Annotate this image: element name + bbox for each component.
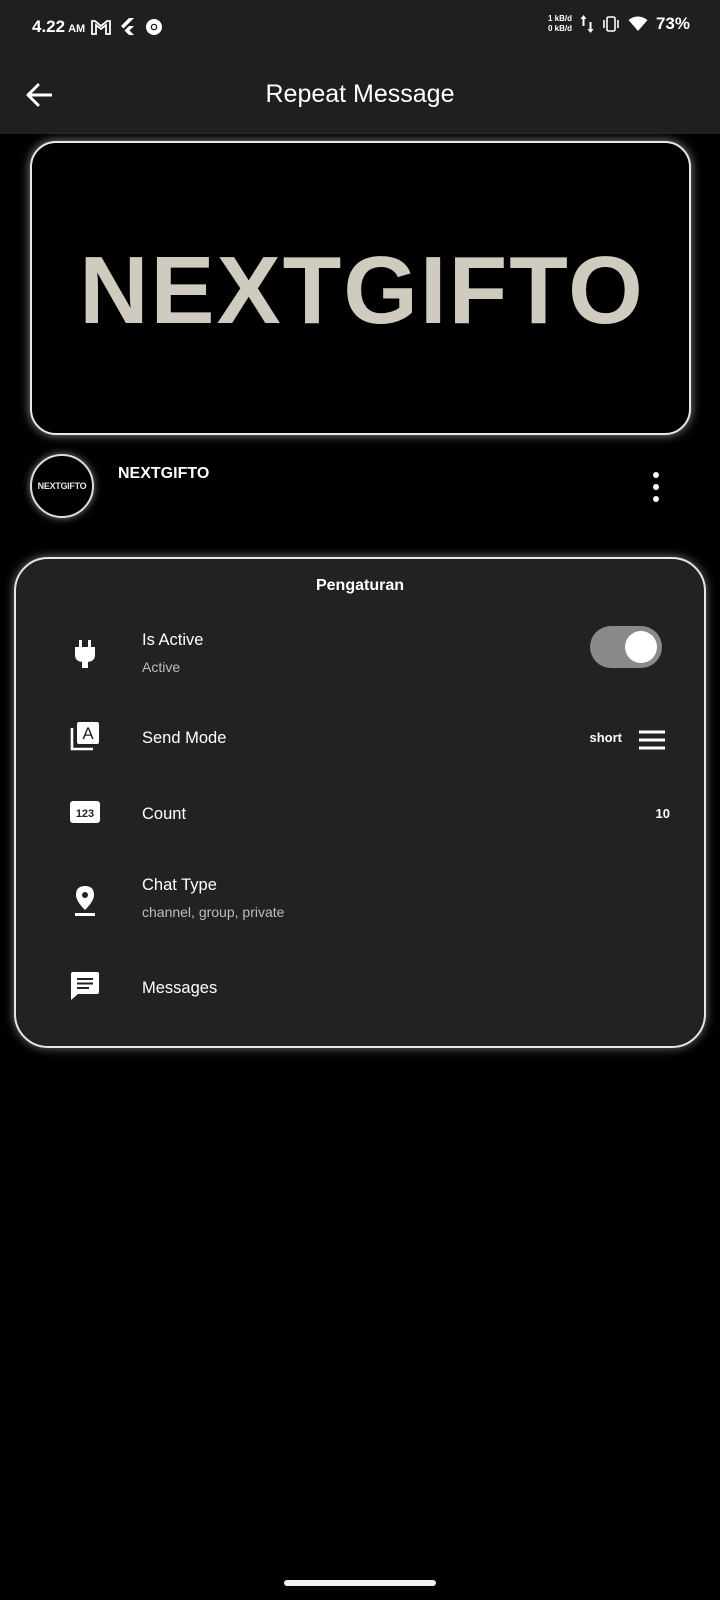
svg-text:123: 123 (76, 808, 94, 820)
more-options-button[interactable] (646, 472, 666, 502)
font-download-icon: A (68, 719, 102, 753)
toggle-knob (625, 631, 657, 663)
wifi-icon (628, 16, 648, 31)
battery-percent: 73% (655, 14, 690, 33)
status-notification-icons (91, 18, 163, 36)
settings-title: Pengaturan (315, 577, 404, 594)
banner-image: NEXTGIFTO (30, 141, 691, 435)
avatar-text: NEXTGIFTO (37, 481, 87, 491)
data-transfer-icon (580, 15, 594, 33)
send-mode-value: short (589, 730, 623, 745)
chat-type-subtitle: channel, group, private (142, 904, 285, 920)
is-active-subtitle: Active (142, 659, 181, 675)
count-value: 10 (655, 806, 670, 821)
count-label: Count (142, 805, 187, 823)
nextgifto-logo: NEXTGIFTO (79, 237, 645, 344)
power-plug-icon (68, 637, 102, 671)
location-pin-icon (68, 884, 102, 918)
status-system-icons: 1 kB/d 0 kB/d 73% (548, 14, 690, 34)
messages-label: Messages (142, 979, 218, 997)
home-indicator[interactable] (284, 1580, 436, 1586)
message-icon (68, 969, 102, 1003)
profile-name: NEXTGIFTO (118, 465, 210, 482)
gmail-icon (91, 20, 111, 35)
avatar[interactable]: NEXTGIFTO (30, 454, 94, 518)
is-active-toggle[interactable] (590, 626, 662, 668)
banner-logo-text: NEXTGIFTO (79, 237, 645, 344)
setting-chat-type[interactable]: Chat Type channel, group, private (16, 862, 704, 938)
numbers-123-icon: 123 (68, 795, 102, 829)
setting-is-active[interactable]: Is Active Active (16, 617, 704, 693)
status-time: 4.22 AM (32, 17, 86, 36)
more-vert-dot (653, 496, 659, 502)
chrome-icon (146, 19, 162, 35)
vibrate-icon (603, 16, 619, 32)
network-speed: 1 kB/d 0 kB/d (547, 14, 572, 33)
page-title: Repeat Message (265, 80, 455, 108)
flutter-icon (121, 18, 134, 35)
setting-count[interactable]: 123 Count 10 (16, 785, 704, 861)
chat-type-label: Chat Type (142, 876, 217, 894)
more-vert-dot (653, 484, 659, 490)
profile-row: NEXTGIFTO NEXTGIFTO (28, 452, 692, 518)
svg-text:A: A (82, 724, 94, 743)
menu-lines-icon[interactable] (638, 729, 666, 751)
send-mode-label: Send Mode (142, 729, 227, 747)
status-bar: 4.22 AM 1 kB/d 0 kB/d 73% (0, 0, 720, 58)
is-active-label: Is Active (142, 631, 204, 649)
setting-messages[interactable]: Messages (16, 955, 704, 1031)
setting-send-mode[interactable]: A Send Mode short (16, 709, 704, 785)
more-vert-icon (653, 472, 659, 478)
settings-card: Pengaturan Is Active Active A Send Mode … (14, 557, 706, 1048)
app-bar: Repeat Message (0, 58, 720, 134)
